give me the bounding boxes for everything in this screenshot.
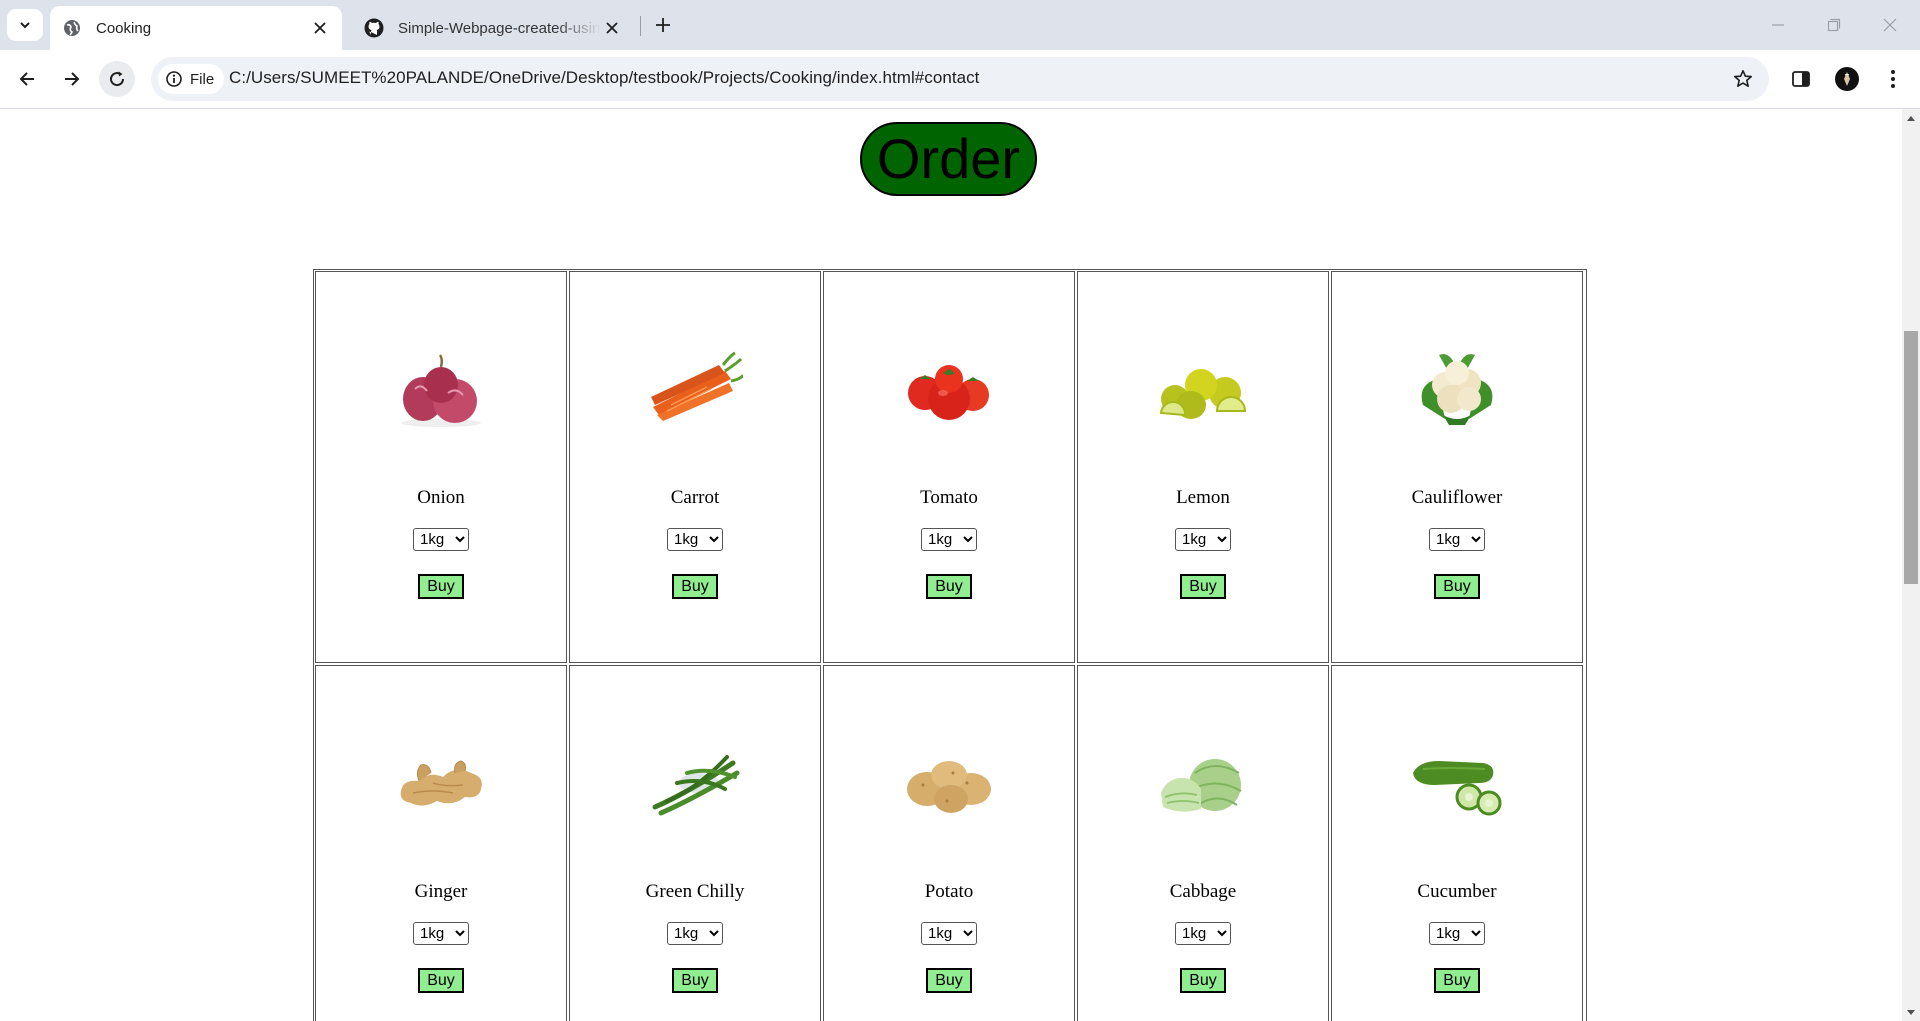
product-table: Onion 1kg Buy Carrot 1kg Buy Tomato 1kg Buy Lemon… bbox=[313, 269, 1587, 1021]
buy-button[interactable]: Buy bbox=[418, 968, 464, 993]
profile-avatar[interactable] bbox=[1833, 65, 1861, 93]
potato-image bbox=[901, 743, 997, 823]
menu-button[interactable] bbox=[1879, 65, 1907, 93]
url-text[interactable]: C:/Users/SUMEET%20PALANDE/OneDrive/Deskt… bbox=[229, 68, 979, 88]
scroll-down-arrow-icon[interactable] bbox=[1902, 1004, 1920, 1021]
cauliflower-image bbox=[1409, 349, 1505, 429]
vertical-scrollbar[interactable] bbox=[1902, 109, 1920, 1021]
tab-title: Simple-Webpage-created-using-HTML bbox=[398, 19, 600, 37]
carrot-image bbox=[647, 349, 745, 429]
product-grid: Onion 1kg Buy Carrot 1kg Buy Tomato 1kg Buy Lemon… bbox=[315, 271, 1585, 1021]
close-icon bbox=[1883, 18, 1897, 32]
quantity-select[interactable]: 1kg bbox=[667, 528, 723, 551]
close-icon[interactable] bbox=[600, 16, 624, 40]
new-tab-button[interactable] bbox=[648, 10, 678, 40]
product-cell: Onion 1kg Buy bbox=[315, 271, 567, 663]
cucumber-image bbox=[1409, 743, 1505, 823]
quantity-select[interactable]: 1kg bbox=[1429, 528, 1485, 551]
product-cell: Tomato 1kg Buy bbox=[823, 271, 1075, 663]
side-panel-button[interactable] bbox=[1787, 65, 1815, 93]
quantity-select[interactable]: 1kg bbox=[921, 528, 977, 551]
product-name: Potato bbox=[924, 881, 974, 902]
globe-icon bbox=[62, 18, 82, 38]
quantity-select[interactable]: 1kg bbox=[1429, 922, 1485, 945]
product-cell: Cucumber 1kg Buy bbox=[1331, 665, 1583, 1021]
tab-title: Cooking bbox=[96, 19, 152, 37]
page-viewport: Order Onion 1kg Buy Carrot 1kg Buy Tomato 1kg Bu… bbox=[0, 109, 1902, 1021]
product-cell: Potato 1kg Buy bbox=[823, 665, 1075, 1021]
restore-icon bbox=[1827, 18, 1841, 32]
product-cell: Ginger 1kg Buy bbox=[315, 665, 567, 1021]
side-panel-icon bbox=[1792, 71, 1810, 87]
product-name: Cauliflower bbox=[1411, 487, 1503, 508]
site-info-chip[interactable]: File bbox=[158, 64, 225, 94]
info-icon bbox=[166, 71, 182, 87]
avatar bbox=[1835, 67, 1859, 91]
buy-button[interactable]: Buy bbox=[1180, 574, 1226, 599]
green-chilly-image bbox=[647, 743, 743, 823]
buy-button[interactable]: Buy bbox=[672, 968, 718, 993]
product-name: Cabbage bbox=[1169, 881, 1237, 902]
buy-button[interactable]: Buy bbox=[418, 574, 464, 599]
github-icon bbox=[364, 18, 384, 38]
scroll-up-arrow-icon[interactable] bbox=[1902, 109, 1920, 126]
quantity-select[interactable]: 1kg bbox=[667, 922, 723, 945]
quantity-select[interactable]: 1kg bbox=[1175, 528, 1231, 551]
reload-icon bbox=[110, 71, 125, 87]
product-cell: Cabbage 1kg Buy bbox=[1077, 665, 1329, 1021]
cabbage-image bbox=[1155, 743, 1251, 823]
product-name: Ginger bbox=[414, 881, 468, 902]
address-bar[interactable]: File C:/Users/SUMEET%20PALANDE/OneDrive/… bbox=[151, 57, 1769, 101]
minimize-button[interactable] bbox=[1750, 0, 1806, 50]
more-vert-icon bbox=[1891, 70, 1895, 88]
chip-label: File bbox=[190, 70, 215, 88]
buy-button[interactable]: Buy bbox=[926, 574, 972, 599]
product-cell: Carrot 1kg Buy bbox=[569, 271, 821, 663]
quantity-select[interactable]: 1kg bbox=[413, 528, 469, 551]
onion-image bbox=[393, 349, 489, 429]
quantity-select[interactable]: 1kg bbox=[921, 922, 977, 945]
close-window-button[interactable] bbox=[1862, 0, 1918, 50]
minimize-icon bbox=[1772, 24, 1784, 26]
product-name: Cucumber bbox=[1417, 881, 1497, 902]
buy-button[interactable]: Buy bbox=[1180, 968, 1226, 993]
order-button[interactable]: Order bbox=[860, 122, 1037, 196]
close-icon[interactable] bbox=[308, 16, 332, 40]
plus-icon bbox=[656, 18, 670, 32]
forward-button[interactable] bbox=[54, 61, 90, 97]
product-cell: Cauliflower 1kg Buy bbox=[1331, 271, 1583, 663]
scrollbar-thumb[interactable] bbox=[1904, 331, 1918, 584]
forward-arrow-icon bbox=[65, 72, 80, 86]
product-name: Onion bbox=[417, 487, 465, 508]
quantity-select[interactable]: 1kg bbox=[1175, 922, 1231, 945]
buy-button[interactable]: Buy bbox=[1434, 968, 1480, 993]
restore-button[interactable] bbox=[1806, 0, 1862, 50]
back-button[interactable] bbox=[9, 61, 45, 97]
buy-button[interactable]: Buy bbox=[1434, 574, 1480, 599]
tab-cooking[interactable]: Cooking bbox=[50, 6, 342, 50]
product-name: Green Chilly bbox=[645, 881, 745, 902]
browser-toolbar: File C:/Users/SUMEET%20PALANDE/OneDrive/… bbox=[0, 50, 1920, 109]
product-cell: Green Chilly 1kg Buy bbox=[569, 665, 821, 1021]
buy-button[interactable]: Buy bbox=[926, 968, 972, 993]
chevron-down-icon bbox=[20, 22, 30, 29]
reload-button[interactable] bbox=[99, 61, 135, 97]
quantity-select[interactable]: 1kg bbox=[413, 922, 469, 945]
product-cell: Lemon 1kg Buy bbox=[1077, 271, 1329, 663]
back-arrow-icon bbox=[19, 72, 34, 86]
tab-github[interactable]: Simple-Webpage-created-using-HTML bbox=[352, 6, 634, 50]
tab-strip: Cooking Simple-Webpage-created-using-HTM… bbox=[0, 0, 1920, 50]
tab-separator bbox=[640, 16, 641, 36]
lemon-image bbox=[1155, 349, 1251, 429]
product-name: Tomato bbox=[920, 487, 978, 508]
tab-search-button[interactable] bbox=[7, 9, 43, 41]
tomato-image bbox=[901, 349, 997, 429]
ginger-image bbox=[393, 743, 489, 823]
product-name: Lemon bbox=[1176, 487, 1230, 508]
product-name: Carrot bbox=[670, 487, 720, 508]
bookmark-star-icon[interactable] bbox=[1731, 67, 1755, 91]
buy-button[interactable]: Buy bbox=[672, 574, 718, 599]
